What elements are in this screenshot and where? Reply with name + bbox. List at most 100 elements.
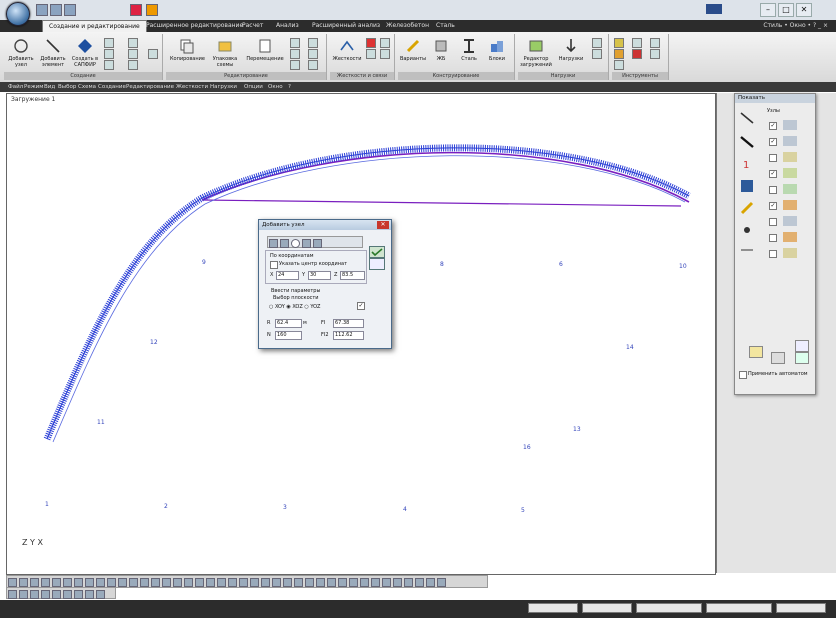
show-check-9[interactable] (769, 250, 777, 258)
stiffness-button[interactable]: Жесткости (332, 38, 362, 62)
quick-access-redo-icon[interactable] (64, 4, 76, 16)
tb2-icon[interactable] (63, 590, 72, 599)
load-cases-editor-button[interactable]: Редактор загружений (518, 38, 554, 68)
tb-icon[interactable] (184, 578, 193, 587)
show-check-3[interactable] (769, 154, 777, 162)
z-field[interactable]: 83.5 (340, 271, 365, 280)
support-icon[interactable] (380, 49, 390, 59)
menu-view[interactable]: Вид (44, 82, 55, 92)
tool-icon-1[interactable] (614, 38, 624, 48)
blocks-button[interactable]: Блоки (482, 38, 512, 62)
tab-calculation[interactable]: Расчет (236, 20, 269, 32)
menu-select[interactable]: Выбор (58, 82, 76, 92)
show-check-6[interactable]: ✓ (769, 202, 777, 210)
frame-icon[interactable] (104, 60, 114, 70)
tb2-icon[interactable] (41, 590, 50, 599)
tb-icon[interactable] (195, 578, 204, 587)
tb-icon[interactable] (426, 578, 435, 587)
tb-icon[interactable] (19, 578, 28, 587)
show-check-4[interactable]: ✓ (769, 170, 777, 178)
quick-access-orange-icon[interactable] (146, 4, 158, 16)
eye-icon[interactable] (739, 222, 755, 238)
quick-access-save-icon[interactable] (36, 4, 48, 16)
tb-icon[interactable] (162, 578, 171, 587)
show-check-2[interactable]: ✓ (769, 138, 777, 146)
pencil-small-icon[interactable] (739, 200, 755, 216)
show-check-8[interactable] (769, 234, 777, 242)
move-button[interactable]: Перемещение (246, 38, 284, 62)
tb-icon[interactable] (360, 578, 369, 587)
tb-icon[interactable] (338, 578, 347, 587)
show-apply-pencil-button[interactable] (749, 346, 763, 358)
bar-icon[interactable] (739, 110, 755, 126)
show-ok-button[interactable] (795, 352, 809, 364)
loads-button[interactable]: Нагрузки (556, 38, 586, 62)
apply-button[interactable] (369, 246, 385, 258)
menu-create[interactable]: Создание (98, 82, 126, 92)
mesh-icon[interactable] (128, 49, 138, 59)
tb-icon[interactable] (173, 578, 182, 587)
tb-icon[interactable] (85, 578, 94, 587)
minimize-button[interactable]: – (760, 3, 776, 17)
tb2-icon[interactable] (96, 590, 105, 599)
plate-icon[interactable] (128, 60, 138, 70)
arrow-icon[interactable] (128, 38, 138, 48)
link-red-icon[interactable] (366, 38, 376, 48)
y-field[interactable]: 30 (308, 271, 331, 280)
tb-icon[interactable] (239, 578, 248, 587)
scale-icon[interactable] (290, 60, 300, 70)
arc-checkbox[interactable]: ✓ (357, 302, 365, 310)
quick-access-undo-icon[interactable] (50, 4, 62, 16)
tb2-icon[interactable] (52, 590, 61, 599)
grid-icon[interactable] (104, 38, 114, 48)
tb-icon[interactable] (206, 578, 215, 587)
x-field[interactable]: 24 (276, 271, 299, 280)
load-small2-icon[interactable] (592, 49, 602, 59)
tb-icon[interactable] (118, 578, 127, 587)
show-help-button[interactable] (795, 340, 809, 352)
fi-field[interactable]: 67.38 (333, 319, 364, 328)
link-icon[interactable] (366, 49, 376, 59)
dimension-icon[interactable] (739, 242, 755, 258)
dialog-close-button[interactable]: ✕ (377, 221, 389, 229)
menu-mode[interactable]: Режим (24, 82, 43, 92)
tb-icon[interactable] (349, 578, 358, 587)
menu-edit[interactable]: Редактирование (126, 82, 174, 92)
add-node-button[interactable]: Добавить узел (6, 38, 36, 68)
n-field[interactable]: 160 (275, 331, 302, 340)
tool-icon-3[interactable] (614, 60, 624, 70)
tb-icon[interactable] (305, 578, 314, 587)
tb-icon[interactable] (140, 578, 149, 587)
tb-icon[interactable] (393, 578, 402, 587)
copy-icon[interactable] (104, 49, 114, 59)
menu-scheme[interactable]: Схема (78, 82, 96, 92)
style-window-menu[interactable]: Стиль • Окно • ? _ ⨯ (763, 20, 828, 32)
tb-icon[interactable] (327, 578, 336, 587)
rc-button[interactable]: ЖБ (426, 38, 456, 62)
add-element-button[interactable]: Добавить элемент (38, 38, 68, 68)
delete-icon[interactable] (308, 60, 318, 70)
tab-advanced-edit[interactable]: Расширенное редактирование (140, 20, 249, 32)
tb-icon[interactable] (404, 578, 413, 587)
tb-icon[interactable] (217, 578, 226, 587)
tab-steel[interactable]: Сталь (430, 20, 461, 32)
quick-access-red-icon[interactable] (130, 4, 142, 16)
auto-apply-checkbox[interactable] (739, 371, 747, 379)
tb2-icon[interactable] (19, 590, 28, 599)
mode-tab-2-icon[interactable] (280, 239, 289, 248)
create-in-sapfir-button[interactable]: Создать в САПФИР (70, 38, 100, 68)
show-check-1[interactable]: ✓ (769, 122, 777, 130)
mode-tab-5-icon[interactable] (313, 239, 322, 248)
tb-icon[interactable] (52, 578, 61, 587)
status-zoom[interactable] (528, 603, 578, 613)
tool-icon-7[interactable] (650, 49, 660, 59)
tb-icon[interactable] (30, 578, 39, 587)
status-field-1[interactable] (582, 603, 632, 613)
tb-icon[interactable] (41, 578, 50, 587)
tool-icon-5[interactable] (632, 49, 642, 59)
menu-file[interactable]: Файл (8, 82, 23, 92)
tb-icon[interactable] (371, 578, 380, 587)
r-field[interactable]: 62.4 (275, 319, 302, 328)
menu-help[interactable]: ? (288, 82, 291, 92)
merge-icon[interactable] (308, 49, 318, 59)
